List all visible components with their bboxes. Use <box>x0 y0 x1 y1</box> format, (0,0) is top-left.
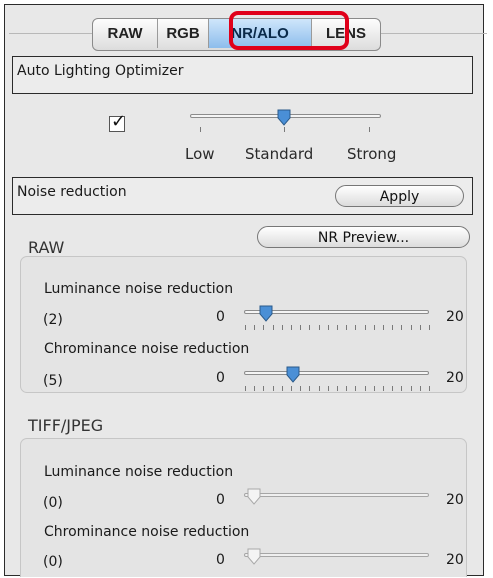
tiff-chrominance-value: (0) <box>43 554 63 570</box>
tiff-luminance-label: Luminance noise reduction <box>44 464 234 480</box>
raw-chrominance-ticks <box>245 386 430 392</box>
tiff-luminance-thumb[interactable] <box>246 488 262 505</box>
slider-tick <box>420 386 421 391</box>
nr-alo-panel: RAW RGB NR/ALO LENS Auto Lighting Optimi… <box>4 4 487 577</box>
slider-tick <box>263 386 264 391</box>
tiff-luminance-slider[interactable] <box>244 493 429 497</box>
slider-tick <box>355 325 356 330</box>
slider-tick <box>392 325 393 330</box>
alo-level-standard: Standard <box>245 145 314 163</box>
slider-tick <box>429 386 430 391</box>
slider-tick <box>346 386 347 391</box>
slider-tick <box>411 325 412 330</box>
slider-tick <box>282 325 283 330</box>
slider-tick <box>254 386 255 391</box>
tiff-chrominance-min: 0 <box>216 552 225 568</box>
tab-raw[interactable]: RAW <box>93 19 158 48</box>
raw-luminance-ticks <box>245 325 430 331</box>
tiff-luminance-max: 20 <box>446 492 464 508</box>
slider-tick <box>300 386 301 391</box>
slider-tick <box>254 325 255 330</box>
apply-button[interactable]: Apply <box>335 185 464 207</box>
slider-tick <box>420 325 421 330</box>
slider-tick <box>401 325 402 330</box>
slider-tick <box>392 386 393 391</box>
slider-tick <box>300 325 301 330</box>
tiff-chrominance-max: 20 <box>446 552 464 568</box>
raw-luminance-label: Luminance noise reduction <box>44 281 234 297</box>
alo-checkbox[interactable]: ✓ <box>109 111 126 132</box>
slider-tick <box>337 325 338 330</box>
tiff-heading: TIFF/JPEG <box>28 416 104 435</box>
alo-header: Auto Lighting Optimizer <box>12 56 473 94</box>
raw-chrominance-value: (5) <box>43 373 63 389</box>
slider-tick <box>273 325 274 330</box>
slider-tick <box>319 325 320 330</box>
slider-tick <box>374 325 375 330</box>
slider-tick <box>309 386 310 391</box>
raw-chrominance-max: 20 <box>446 370 464 386</box>
nr-preview-button[interactable]: NR Preview... <box>257 226 470 248</box>
slider-tick <box>291 325 292 330</box>
slider-tick <box>328 325 329 330</box>
slider-tick <box>263 325 264 330</box>
slider-tick <box>309 325 310 330</box>
tiff-chrominance-label: Chrominance noise reduction <box>44 524 250 540</box>
raw-luminance-thumb[interactable] <box>258 305 274 322</box>
alo-tick-standard <box>284 127 285 132</box>
slider-tick <box>383 325 384 330</box>
slider-tick <box>365 325 366 330</box>
tiff-luminance-min: 0 <box>216 492 225 508</box>
alo-slider-thumb[interactable] <box>276 109 292 126</box>
slider-tick <box>374 386 375 391</box>
slider-tick <box>411 386 412 391</box>
check-icon: ✓ <box>111 111 127 132</box>
slider-tick <box>273 386 274 391</box>
raw-chrominance-thumb[interactable] <box>285 366 301 383</box>
nr-title: Noise reduction <box>17 184 127 200</box>
slider-tick <box>401 386 402 391</box>
slider-tick <box>346 325 347 330</box>
slider-tick <box>429 325 430 330</box>
alo-level-strong: Strong <box>347 145 397 163</box>
slider-tick <box>245 386 246 391</box>
slider-tick <box>291 386 292 391</box>
active-tab-highlight <box>229 11 349 50</box>
raw-chrominance-slider[interactable] <box>244 371 429 375</box>
alo-tick-low <box>200 127 201 132</box>
tiff-chrominance-thumb[interactable] <box>246 548 262 565</box>
slider-tick <box>282 386 283 391</box>
tiff-chrominance-slider[interactable] <box>244 553 429 557</box>
alo-level-low: Low <box>185 145 215 163</box>
slider-tick <box>337 386 338 391</box>
raw-luminance-min: 0 <box>216 309 225 325</box>
raw-luminance-max: 20 <box>446 309 464 325</box>
raw-heading: RAW <box>28 238 65 257</box>
alo-title: Auto Lighting Optimizer <box>17 63 184 79</box>
alo-tick-strong <box>369 127 370 132</box>
slider-tick <box>355 386 356 391</box>
tab-rgb[interactable]: RGB <box>158 19 209 48</box>
raw-chrominance-label: Chrominance noise reduction <box>44 341 250 357</box>
tiff-luminance-value: (0) <box>43 495 63 511</box>
raw-chrominance-min: 0 <box>216 370 225 386</box>
slider-tick <box>383 386 384 391</box>
raw-luminance-value: (2) <box>43 312 63 328</box>
slider-tick <box>365 386 366 391</box>
slider-tick <box>245 325 246 330</box>
slider-tick <box>328 386 329 391</box>
slider-tick <box>319 386 320 391</box>
